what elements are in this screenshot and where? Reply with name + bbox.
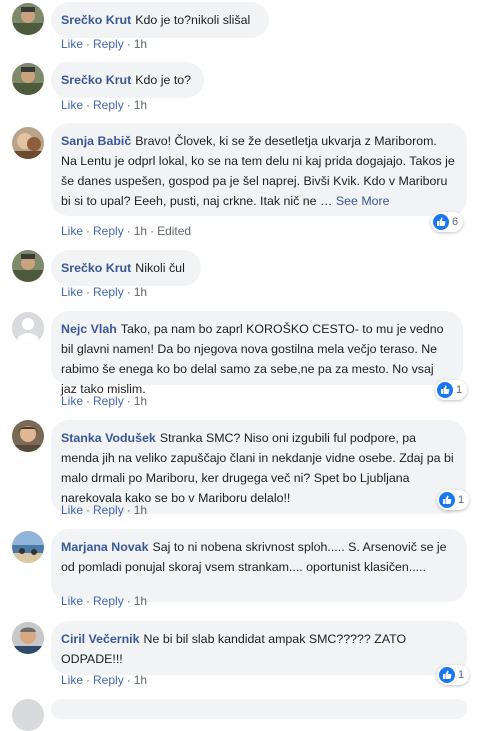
comment-author[interactable]: Ciril Večernik <box>61 632 140 646</box>
reply-button[interactable]: Reply <box>93 394 124 408</box>
comment-author[interactable]: Srečko Krut <box>61 261 131 275</box>
reply-button[interactable]: Reply <box>93 37 124 51</box>
reply-button[interactable]: Reply <box>93 98 124 112</box>
avatar-photo-icon <box>12 531 44 563</box>
comment-author[interactable]: Sanja Babič <box>61 134 131 148</box>
avatar[interactable] <box>12 250 44 282</box>
see-more-link[interactable]: See More <box>336 194 390 208</box>
comment-actions: Like · Reply · 1h <box>61 285 148 299</box>
comment-time[interactable]: 1h <box>134 285 147 299</box>
reaction-count-text: 1 <box>458 669 465 681</box>
comment-time[interactable]: 1h <box>134 98 147 112</box>
like-button[interactable]: Like <box>61 285 83 299</box>
avatar[interactable] <box>12 312 44 344</box>
like-button[interactable]: Like <box>61 673 83 687</box>
comment-bubble: Srečko Krut Kdo je to? <box>51 62 204 98</box>
reaction-count[interactable]: 1 <box>437 665 470 685</box>
comment-text: Kdo je to? <box>135 73 192 87</box>
reaction-count[interactable]: 6 <box>431 212 464 232</box>
reply-button[interactable]: Reply <box>93 594 124 608</box>
avatar-photo-icon <box>12 622 44 654</box>
like-button[interactable]: Like <box>61 224 83 238</box>
comment-actions: Like · Reply · 1h <box>61 37 148 51</box>
comment-time[interactable]: 1h <box>134 224 147 238</box>
comment-time[interactable]: 1h <box>134 37 147 51</box>
avatar-photo-icon <box>12 63 44 95</box>
thumbs-up-icon <box>433 214 449 230</box>
reaction-count-text: 6 <box>452 216 459 228</box>
reply-button[interactable]: Reply <box>93 673 124 687</box>
comment-text: Tako, pa nam bo zaprl KOROŠKO CESTO- to … <box>61 322 444 396</box>
avatar[interactable] <box>12 699 44 731</box>
reaction-count-text: 1 <box>458 494 465 506</box>
comment-text: Nikoli čul <box>135 261 185 275</box>
comment-time[interactable]: 1h <box>134 503 147 517</box>
avatar-photo-icon <box>12 420 44 452</box>
comment-actions: Like · Reply · 1h <box>61 98 148 112</box>
comment-text: Kdo je to?nikoli slišal <box>135 13 251 27</box>
comment-bubble: Stanka Vodušek Stranka SMC? Niso oni izgu… <box>51 420 466 514</box>
comment-author[interactable]: Marjana Novak <box>61 540 148 554</box>
reaction-count[interactable]: 1 <box>437 490 470 510</box>
comment-time[interactable]: 1h <box>134 594 147 608</box>
reply-button[interactable]: Reply <box>93 503 124 517</box>
avatar[interactable] <box>12 3 44 35</box>
avatar[interactable] <box>12 531 44 563</box>
comment-bubble: Nejc Vlah Tako, pa nam bo zaprl KOROŠKO C… <box>51 311 463 396</box>
like-button[interactable]: Like <box>61 98 83 112</box>
comment-bubble <box>51 699 467 719</box>
comment-bubble: Ciril Večernik Ne bi bil slab kandidat am… <box>51 621 467 675</box>
comment-actions: Like · Reply · 1h <box>61 394 148 408</box>
reaction-count-text: 1 <box>456 384 463 396</box>
reaction-count[interactable]: 1 <box>435 380 468 400</box>
comment-actions: Like · Reply · 1h · Edited <box>61 224 192 238</box>
comment-bubble: Sanja Babič Bravo! Človek, ki se že deset… <box>51 123 467 216</box>
comment-author[interactable]: Srečko Krut <box>61 73 131 87</box>
avatar-photo-icon <box>12 3 44 35</box>
like-button[interactable]: Like <box>61 594 83 608</box>
reply-button[interactable]: Reply <box>93 285 124 299</box>
comment-author[interactable]: Srečko Krut <box>61 13 131 27</box>
edited-label[interactable]: Edited <box>157 224 191 238</box>
comment-time[interactable]: 1h <box>134 673 147 687</box>
thumbs-up-icon <box>437 382 453 398</box>
comment-author[interactable]: Stanka Vodušek <box>61 431 156 445</box>
like-button[interactable]: Like <box>61 394 83 408</box>
comment-bubble: Srečko Krut Kdo je to?nikoli slišal <box>51 2 269 38</box>
default-avatar-icon <box>12 312 44 344</box>
avatar-photo-icon <box>12 127 44 159</box>
comment-actions: Like · Reply · 1h <box>61 594 148 608</box>
comment-actions: Like · Reply · 1h <box>61 503 148 517</box>
comment-bubble: Srečko Krut Nikoli čul <box>51 250 201 286</box>
comment-bubble: Marjana Novak Saj to ni nobena skrivnost … <box>51 529 467 602</box>
avatar-photo-icon <box>12 250 44 282</box>
like-button[interactable]: Like <box>61 37 83 51</box>
avatar[interactable] <box>12 420 44 452</box>
comment-author[interactable]: Nejc Vlah <box>61 322 117 336</box>
avatar[interactable] <box>12 622 44 654</box>
thumbs-up-icon <box>439 667 455 683</box>
avatar[interactable] <box>12 63 44 95</box>
like-button[interactable]: Like <box>61 503 83 517</box>
reply-button[interactable]: Reply <box>93 224 124 238</box>
comment-time[interactable]: 1h <box>134 394 147 408</box>
thumbs-up-icon <box>439 492 455 508</box>
avatar[interactable] <box>12 127 44 159</box>
comment-actions: Like · Reply · 1h <box>61 673 148 687</box>
